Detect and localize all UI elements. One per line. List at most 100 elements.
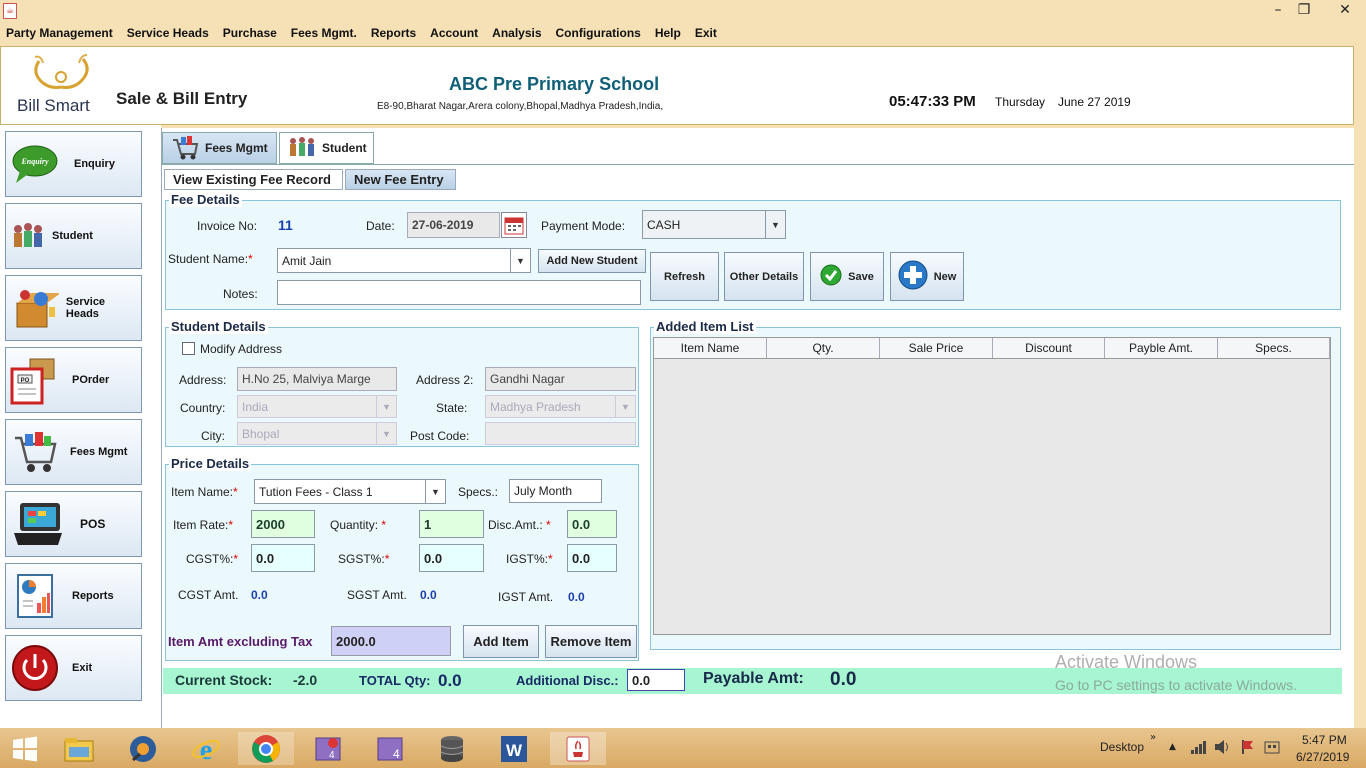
menu-service-heads[interactable]: Service Heads [127, 26, 209, 40]
notes-field[interactable] [277, 280, 641, 305]
cgst-percent-field[interactable]: 0.0 [251, 544, 315, 572]
column-header[interactable]: Sale Price [880, 338, 993, 358]
column-header[interactable]: Item Name [654, 338, 767, 358]
quantity-label: Quantity: * [330, 518, 387, 532]
new-button[interactable]: New [890, 252, 964, 301]
item-rate-field[interactable]: 2000 [251, 510, 315, 538]
disc-amt-field[interactable]: 0.0 [567, 510, 617, 538]
java-app-icon[interactable] [550, 732, 606, 765]
sidebar-item-enquiry[interactable]: Enquiry Enquiry [5, 131, 142, 197]
pos-terminal-icon [10, 499, 66, 549]
chevron-up-icon[interactable]: » [1150, 732, 1156, 743]
restore-icon[interactable]: ❐ [1291, 0, 1317, 22]
taskbar-clock-time[interactable]: 5:47 PM [1302, 733, 1347, 747]
invoice-number: 11 [278, 217, 293, 233]
address2-field[interactable]: Gandhi Nagar [485, 367, 636, 391]
igst-amt-value: 0.0 [568, 590, 585, 604]
sidebar-item-label: POS [80, 517, 106, 531]
refresh-button[interactable]: Refresh [650, 252, 719, 301]
student-name-combo[interactable]: Amit Jain ▼ [277, 248, 531, 273]
file-explorer-icon[interactable] [57, 732, 101, 765]
menu-analysis[interactable]: Analysis [492, 26, 541, 40]
students-icon [10, 211, 46, 261]
menu-account[interactable]: Account [430, 26, 478, 40]
other-details-button[interactable]: Other Details [724, 252, 804, 301]
sidebar-item-label: Enquiry [74, 158, 115, 170]
menu-help[interactable]: Help [655, 26, 681, 40]
close-icon[interactable]: ✕ [1330, 0, 1360, 22]
minimize-icon[interactable]: – [1265, 0, 1291, 22]
items-table-header: Item Name Qty. Sale Price Discount Paybl… [654, 338, 1330, 359]
sgst-percent-field[interactable]: 0.0 [419, 544, 484, 572]
start-windows-icon[interactable] [3, 732, 47, 765]
post-code-field[interactable] [485, 422, 636, 445]
tab-fees-mgmt[interactable]: Fees Mgmt [162, 132, 277, 164]
sidebar-item-student[interactable]: Student [5, 203, 142, 269]
address-field[interactable]: H.No 25, Malviya Marge [237, 367, 397, 391]
item-name-select[interactable]: Tution Fees - Class 1 ▼ [254, 479, 446, 504]
price-details-title: Price Details [169, 456, 252, 471]
items-table[interactable]: Item Name Qty. Sale Price Discount Paybl… [653, 337, 1331, 635]
state-select[interactable]: Madhya Pradesh ▼ [485, 395, 636, 418]
volume-icon[interactable] [1214, 739, 1230, 758]
calendar-icon[interactable] [501, 212, 527, 238]
column-header[interactable]: Payble Amt. [1105, 338, 1218, 358]
menu-purchase[interactable]: Purchase [223, 26, 277, 40]
database-icon[interactable] [430, 732, 474, 765]
specs-field[interactable]: July Month [509, 479, 602, 503]
activate-windows-subtitle: Go to PC settings to activate Windows. [1055, 677, 1297, 693]
sidebar-item-pos[interactable]: POS [5, 491, 142, 557]
internet-explorer-icon[interactable]: e [184, 732, 228, 765]
taskbar-clock-date[interactable]: 6/27/2019 [1296, 750, 1349, 764]
remove-item-button[interactable]: Remove Item [545, 625, 637, 658]
keyboard-language-icon[interactable] [1264, 739, 1280, 758]
sidebar-item-exit[interactable]: Exit [5, 635, 142, 701]
word-icon[interactable]: W [492, 732, 536, 765]
menu-reports[interactable]: Reports [371, 26, 416, 40]
country-select[interactable]: India ▼ [237, 395, 397, 418]
additional-disc-field[interactable]: 0.0 [627, 669, 685, 691]
menu-configurations[interactable]: Configurations [556, 26, 641, 40]
city-select[interactable]: Bhopal ▼ [237, 422, 397, 445]
desktop-toolbar-label[interactable]: Desktop [1100, 740, 1144, 754]
menu-exit[interactable]: Exit [695, 26, 717, 40]
column-header[interactable]: Qty. [767, 338, 880, 358]
network-icon[interactable] [1191, 740, 1207, 757]
add-new-student-button[interactable]: Add New Student [538, 249, 646, 273]
menu-party-management[interactable]: Party Management [6, 26, 113, 40]
sidebar-item-porder[interactable]: PO POrder [5, 347, 142, 413]
quantity-field[interactable]: 1 [419, 510, 484, 538]
column-header[interactable]: Discount [993, 338, 1105, 358]
subtab-view-existing[interactable]: View Existing Fee Record [164, 169, 343, 190]
cgst-amt-label: CGST Amt. [178, 588, 239, 602]
sidebar-item-service-heads[interactable]: Service Heads [5, 275, 142, 341]
action-center-flag-icon[interactable] [1240, 739, 1256, 758]
svg-text:W: W [506, 741, 523, 760]
shopping-cart-icon [10, 427, 60, 477]
sidebar-item-label: POrder [72, 374, 110, 386]
show-hidden-icons-icon[interactable]: ▲ [1169, 742, 1176, 752]
chrome-icon[interactable] [238, 732, 294, 765]
tab-label: Fees Mgmt [205, 141, 268, 155]
media-player-icon[interactable] [121, 732, 165, 765]
modify-address-checkbox[interactable] [182, 342, 195, 355]
sidebar-item-label: Exit [72, 662, 93, 674]
sidebar-item-reports[interactable]: Reports [5, 563, 142, 629]
tab-label: Student [322, 141, 367, 155]
sidebar-item-fees-mgmt[interactable]: Fees Mgmt [5, 419, 142, 485]
add-item-button[interactable]: Add Item [463, 625, 539, 658]
column-header[interactable]: Specs. [1218, 338, 1330, 358]
subtab-new-fee-entry[interactable]: New Fee Entry [345, 169, 456, 190]
igst-percent-field[interactable]: 0.0 [567, 544, 617, 572]
sidebar-item-label: Reports [72, 590, 114, 602]
payment-mode-select[interactable]: CASH ▼ [642, 210, 786, 239]
save-button[interactable]: Save [810, 252, 884, 301]
date-field[interactable]: 27-06-2019 [407, 212, 500, 238]
tab-student[interactable]: Student [279, 132, 374, 164]
reports-icon [10, 571, 60, 621]
app-window-icon[interactable]: 4 [368, 732, 412, 765]
app-window-icon[interactable]: 4 [306, 732, 350, 765]
window-title-bar: ☕ – ❐ ✕ [0, 0, 1366, 22]
state-label: State: [436, 401, 468, 415]
menu-fees-mgmt[interactable]: Fees Mgmt. [291, 26, 357, 40]
